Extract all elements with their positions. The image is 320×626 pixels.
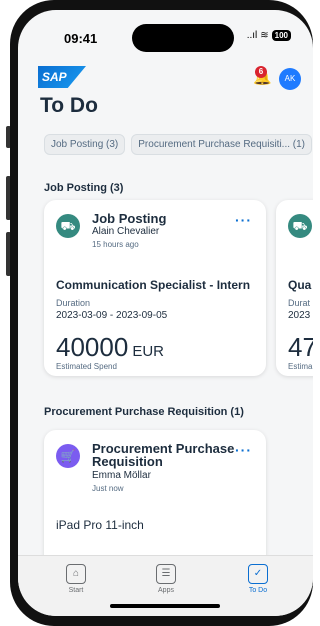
notification-badge: 6 (255, 66, 267, 78)
tab-label: Start (68, 587, 84, 594)
card-person: Emma Möllar (92, 470, 151, 481)
apps-icon: ☰ (156, 564, 176, 584)
duration-label: Duration (56, 298, 91, 308)
dynamic-island (132, 24, 234, 52)
amount-label: Estimated Spend (56, 362, 117, 371)
chip-job-posting[interactable]: Job Posting (3) (44, 134, 126, 155)
job-posting-card-partial[interactable]: ⛟ Qua Durat 2023 47 Estima (276, 200, 313, 376)
status-time: 09:41 (64, 31, 98, 46)
section-title-procurement: Procurement Purchase Requisition (1) (44, 406, 244, 418)
cart-icon: 🛒 (56, 444, 80, 468)
job-title: Communication Specialist - Intern (56, 278, 251, 292)
job-posting-card[interactable]: ⛟ Job Posting Alain Chevalier 15 hours a… (44, 200, 266, 376)
section-title-job-posting: Job Posting (3) (44, 182, 124, 194)
card-time: 15 hours ago (92, 240, 139, 249)
sap-logo: SAP (38, 66, 86, 88)
duration-value-partial: 2023 (288, 310, 311, 321)
amount-label-partial: Estima (288, 362, 313, 371)
status-bar: 09:41 ..ıl ≋ 100 (18, 10, 313, 54)
amount-value: 40000 (56, 332, 129, 362)
card-title: Job Posting (92, 211, 167, 226)
app-header: SAP 🔔 6 AK (18, 58, 313, 94)
tab-start[interactable]: ⌂ Start (46, 564, 106, 594)
card-time: Just now (92, 484, 124, 493)
tab-bar: ⌂ Start ☰ Apps ✓ To Do (18, 555, 313, 616)
tab-label: To Do (248, 587, 268, 594)
estimated-spend: 40000 EUR (56, 332, 164, 363)
wifi-icon: ≋ (260, 30, 269, 41)
todo-icon: ✓ (248, 564, 268, 584)
filter-chips: Job Posting (3) Procurement Purchase Req… (44, 134, 312, 155)
home-icon: ⌂ (66, 564, 86, 584)
battery-icon: 100 (271, 30, 291, 41)
truck-icon: ⛟ (288, 214, 312, 238)
card-title: Procurement Purchase Requisition (92, 441, 235, 469)
more-options-button[interactable]: ··· (235, 442, 252, 458)
home-indicator (110, 604, 220, 608)
avatar[interactable]: AK (279, 68, 301, 90)
duration-value: 2023-03-09 - 2023-09-05 (56, 310, 168, 321)
more-options-button[interactable]: ··· (235, 212, 252, 228)
duration-label-partial: Durat (288, 298, 311, 308)
chip-procurement[interactable]: Procurement Purchase Requisiti... (1) (131, 134, 312, 155)
job-title-partial: Qua (288, 278, 312, 292)
status-icons: ..ıl ≋ 100 (247, 30, 291, 41)
tab-apps[interactable]: ☰ Apps (136, 564, 196, 594)
phone-screen: 09:41 ..ıl ≋ 100 SAP 🔔 6 AK To Do Job Po… (18, 10, 313, 616)
signal-icon: ..ıl (246, 30, 258, 41)
tab-label: Apps (158, 587, 174, 594)
card-person: Alain Chevalier (92, 226, 160, 237)
amount-currency: EUR (132, 343, 164, 360)
amount-partial: 47 (288, 332, 313, 362)
item-name: iPad Pro 11-inch (56, 518, 144, 532)
truck-icon: ⛟ (56, 214, 80, 238)
page-title: To Do (40, 94, 98, 117)
tab-todo[interactable]: ✓ To Do (228, 564, 288, 594)
